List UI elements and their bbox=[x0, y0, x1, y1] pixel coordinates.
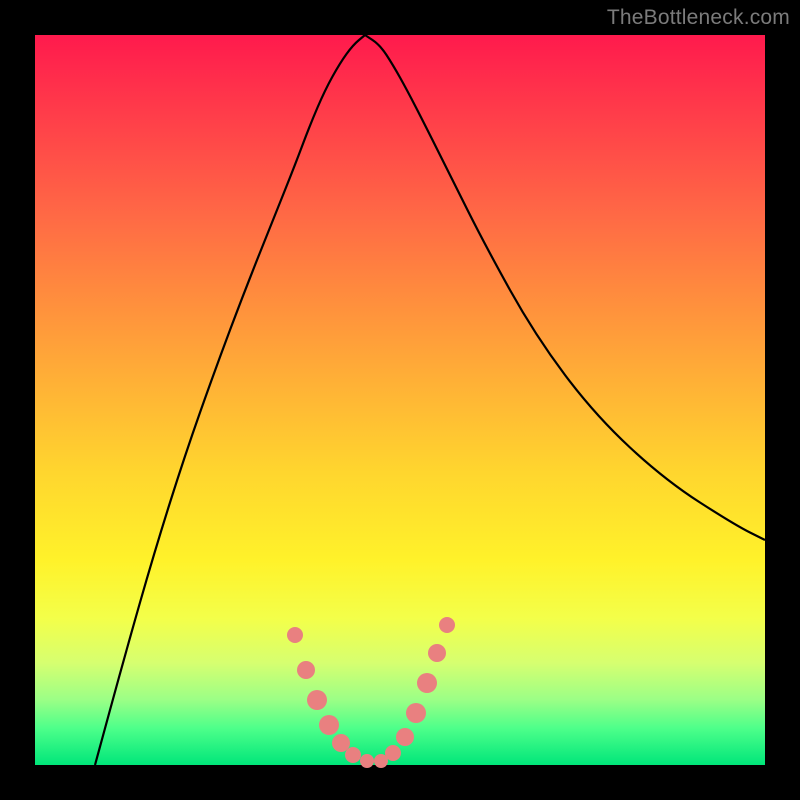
left-curve bbox=[95, 35, 365, 765]
plot-area bbox=[35, 35, 765, 765]
marker-point bbox=[287, 627, 303, 643]
marker-point bbox=[396, 728, 414, 746]
marker-point bbox=[360, 754, 374, 768]
marker-point bbox=[319, 715, 339, 735]
marker-point bbox=[406, 703, 426, 723]
chart-stage: TheBottleneck.com bbox=[0, 0, 800, 800]
marker-point bbox=[307, 690, 327, 710]
marker-point bbox=[332, 734, 350, 752]
marker-point bbox=[439, 617, 455, 633]
marker-point bbox=[417, 673, 437, 693]
marker-point bbox=[345, 747, 361, 763]
curve-layer bbox=[35, 35, 765, 765]
right-curve bbox=[365, 35, 765, 540]
marker-point bbox=[385, 745, 401, 761]
highlight-markers bbox=[287, 617, 455, 768]
marker-point bbox=[428, 644, 446, 662]
watermark-text: TheBottleneck.com bbox=[607, 6, 790, 30]
marker-point bbox=[297, 661, 315, 679]
